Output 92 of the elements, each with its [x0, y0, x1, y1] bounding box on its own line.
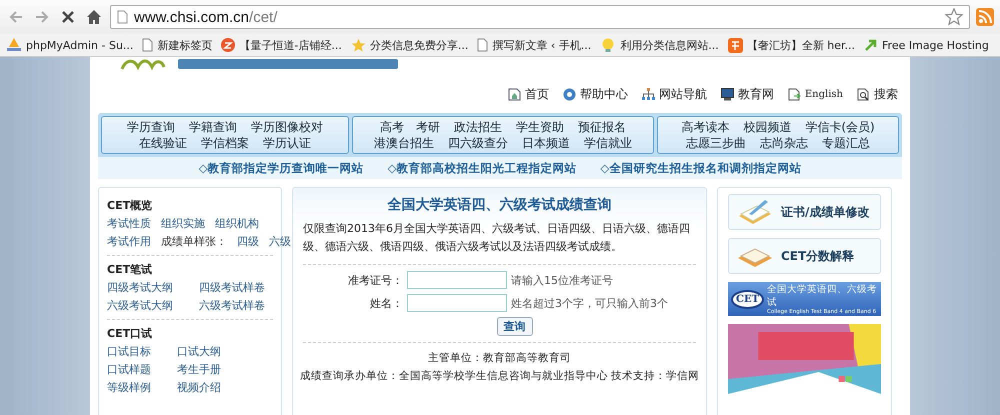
bookmark-star-icon[interactable] [945, 8, 963, 26]
nav-link[interactable]: 政法招生 [454, 119, 502, 135]
page-icon [142, 38, 154, 52]
sidebar-link[interactable]: 等级样例 [107, 379, 151, 397]
section-title: CET口试 [107, 326, 154, 341]
slogan-text: ◇教育部高校招生阳光工程指定网站 [388, 160, 576, 176]
sidebar-link[interactable]: 视频介绍 [177, 379, 221, 397]
footer-text: 成绩查询承办单位：全国高等学校学生信息咨询与就业指导中心 技术支持：学信网 [300, 369, 700, 384]
sidebar-label: 成绩单样张： [161, 234, 227, 250]
input-field[interactable] [407, 294, 507, 312]
header-link[interactable]: 首页 [508, 86, 549, 103]
field-label: 姓名： [369, 296, 403, 310]
nav-link[interactable]: 日本频道 [522, 135, 570, 151]
header-link[interactable]: 搜索 [857, 86, 898, 103]
field-hint: 姓名超过3个字，可只输入前3个 [511, 296, 668, 310]
url-text: www.chsi.com.cn/cet/ [134, 8, 278, 26]
page-icon [117, 10, 128, 24]
sitemap-icon [642, 88, 655, 101]
sidebar-link[interactable]: 组织机构 [215, 215, 259, 233]
notice-text: 仅限查询2013年6月全国大学英语四、六级考试、日语四级、日语六级、德语四级、德语六级、俄语四级、俄语六级考试以及法语四级考试成绩。 [303, 220, 696, 265]
bookmark[interactable]: 撰写新文章 ‹ 手机... [477, 38, 592, 52]
nav-link[interactable]: 高考 考研 [380, 119, 440, 135]
rss-icon[interactable] [976, 8, 994, 26]
help-icon [562, 88, 576, 101]
query-button[interactable]: 查询 [496, 317, 532, 336]
sidebar-link[interactable]: 六级考试样卷 [199, 297, 265, 315]
header-link[interactable]: 帮助中心 [562, 86, 628, 103]
bookmark[interactable]: phpMyAdmin - Su... [6, 38, 134, 52]
address-bar[interactable]: www.chsi.com.cn/cet/ [110, 5, 970, 29]
side-button[interactable]: 证书/成绩单修改 [728, 194, 881, 230]
nav-link[interactable]: 学历认证 [263, 135, 311, 151]
slogan-text: ◇教育部指定学历查询唯一网站 [198, 160, 364, 176]
bookmark[interactable]: 新建标签页 [142, 38, 212, 52]
search-icon [857, 88, 870, 101]
document-icon [788, 88, 801, 101]
nav-link[interactable]: 预征报名 [578, 119, 626, 135]
sidebar-link[interactable]: 组织实施 [161, 215, 205, 233]
page-icon [477, 38, 488, 52]
header-link[interactable]: 网站导航 [642, 86, 707, 103]
sidebar-link[interactable]: 考试作用 [107, 233, 151, 251]
bookmark[interactable]: 利用分类信息网站... [600, 38, 719, 52]
home-icon [508, 88, 521, 101]
cet-logo: CET [731, 290, 764, 308]
input-field[interactable] [407, 271, 507, 289]
sidebar-link[interactable]: 口试目标 [107, 343, 151, 361]
bookmark[interactable]: 【奢汇坊】全新 her... [728, 38, 856, 52]
nav-link[interactable]: 四六级查分 [448, 135, 508, 151]
query-title: 全国大学英语四、六级考试成绩查询 [386, 196, 612, 214]
sidebar-link[interactable]: 考生手册 [177, 361, 221, 379]
sidebar-link[interactable]: 口试大纲 [177, 343, 221, 361]
bookmark[interactable]: 【量子恒道-店铺经... [221, 38, 342, 52]
section-title: CET概览 [107, 198, 154, 213]
star-icon [350, 38, 366, 52]
sidebar-link[interactable]: 四级 [237, 233, 259, 251]
nav-link[interactable]: 学信卡(会员) [805, 119, 875, 135]
pencil-book-icon [737, 198, 773, 226]
nav-link[interactable]: 学信档案 [201, 135, 249, 151]
sidebar-link[interactable]: 六级 [269, 233, 291, 251]
header-link[interactable]: 教育网 [720, 86, 774, 103]
nav-link[interactable]: 学信就业 [584, 135, 632, 151]
sailboat-icon [6, 38, 22, 52]
nav-link[interactable]: 高考读本 [681, 119, 730, 135]
nav-link[interactable]: 港澳台招生 [374, 135, 434, 151]
square-logo-icon [728, 38, 743, 52]
bookmark[interactable]: 分类信息免费分享... [350, 38, 468, 52]
field-hint: 请输入15位准考证号 [511, 272, 613, 288]
arrow-icon [864, 38, 878, 52]
field-label: 准考证号： [347, 272, 403, 288]
sidebar-link[interactable]: 四级考试样卷 [199, 279, 265, 297]
nav-link[interactable]: 在线验证 [139, 135, 187, 151]
nav-link[interactable]: 学历查询 [127, 119, 175, 135]
monitor-icon [720, 88, 734, 101]
sidebar-link[interactable]: 口试样题 [107, 361, 151, 379]
circle-logo-icon [221, 38, 236, 52]
sidebar-link[interactable]: 四级考试大纲 [107, 279, 173, 297]
nav-link[interactable]: 学籍查询 [189, 119, 237, 135]
side-button[interactable]: CET分数解释 [728, 238, 881, 274]
nav-link[interactable]: 志愿三步曲 [686, 135, 746, 151]
nav-link[interactable]: 志尚杂志 [760, 135, 808, 151]
nav-link[interactable]: 专题汇总 [822, 135, 870, 151]
slogan-text: ◇全国研究生招生报名和调剂指定网站 [600, 160, 802, 176]
section-title: CET笔试 [107, 262, 154, 277]
footer-text: 主管单位：教育部高等教育司 [428, 351, 571, 366]
header-link[interactable]: English [788, 86, 843, 103]
bookmark[interactable]: Free Image Hosting [864, 38, 989, 52]
sidebar-link[interactable]: 六级考试大纲 [107, 297, 173, 315]
sidebar-link[interactable]: 考试性质 [107, 215, 151, 233]
nav-link[interactable]: 学历图像校对 [251, 119, 323, 135]
nav-link[interactable]: 校园频道 [743, 119, 792, 135]
bulb-icon [600, 38, 616, 52]
banner-title: 全国大学英语四、六级考试 [767, 283, 878, 308]
nav-link[interactable]: 学生资助 [516, 119, 564, 135]
